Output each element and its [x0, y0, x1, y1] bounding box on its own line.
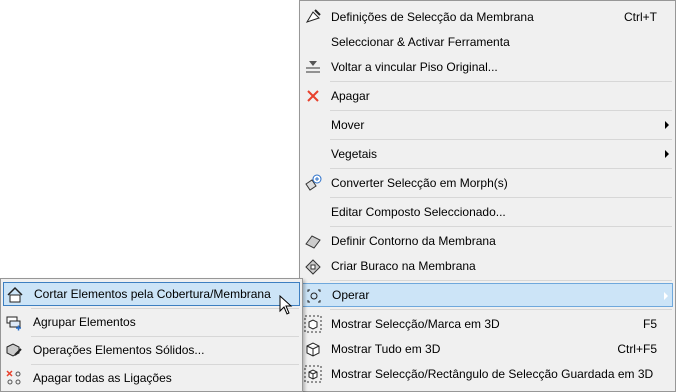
menu-separator — [330, 81, 672, 82]
submenu-item-delete-connections[interactable]: Apagar todas as Ligações — [1, 366, 302, 390]
menu-item-edit-composite[interactable]: Editar Composto Seleccionado... — [300, 200, 675, 224]
operate-submenu: Cortar Elementos pela Cobertura/Membrana… — [0, 278, 303, 392]
menu-item-membrane-contour[interactable]: Definir Contorno da Membrana — [300, 229, 675, 253]
menu-item-show-selection-3d[interactable]: Mostrar Selecção/Marca em 3D F5 — [300, 312, 675, 336]
menu-item-relink-floor[interactable]: Voltar a vincular Piso Original... — [300, 55, 675, 79]
relink-floor-icon — [304, 58, 322, 76]
delete-connections-icon — [5, 369, 23, 387]
menu-item-select-activate-tool[interactable]: Seleccionar & Activar Ferramenta — [300, 30, 675, 54]
submenu-item-trim-roof[interactable]: Cortar Elementos pela Cobertura/Membrana — [3, 282, 300, 306]
menu-item-delete[interactable]: Apagar — [300, 84, 675, 108]
menu-separator — [31, 336, 299, 337]
group-elements-icon — [5, 313, 23, 331]
menu-separator — [330, 197, 672, 198]
submenu-item-group-elements[interactable]: Agrupar Elementos — [1, 310, 302, 334]
membrane-settings-icon — [304, 8, 322, 26]
menu-separator — [330, 226, 672, 227]
convert-morph-icon — [304, 174, 322, 192]
menu-item-show-marquee-3d[interactable]: Mostrar Selecção/Rectângulo de Selecção … — [300, 362, 675, 386]
submenu-item-solid-operations[interactable]: Operações Elementos Sólidos... — [1, 338, 302, 362]
menu-separator — [330, 309, 672, 310]
menu-item-show-all-3d[interactable]: Mostrar Tudo em 3D Ctrl+F5 — [300, 337, 675, 361]
context-menu: Definições de Selecção da Membrana Ctrl+… — [299, 0, 676, 392]
show-all-3d-icon — [304, 340, 322, 358]
delete-x-icon — [304, 87, 322, 105]
menu-item-operate[interactable]: Operar — [302, 283, 673, 307]
menu-item-move[interactable]: Mover — [300, 113, 675, 137]
menu-separator — [330, 110, 672, 111]
submenu-arrow-icon — [665, 121, 669, 129]
mouse-pointer-icon — [279, 295, 293, 315]
menu-separator — [330, 139, 672, 140]
menu-item-membrane-hole[interactable]: Criar Buraco na Membrana — [300, 254, 675, 278]
submenu-arrow-icon — [665, 150, 669, 158]
membrane-contour-icon — [304, 232, 322, 250]
menu-item-membrane-settings[interactable]: Definições de Selecção da Membrana Ctrl+… — [300, 5, 675, 29]
menu-separator — [330, 168, 672, 169]
trim-roof-icon — [6, 286, 24, 304]
menu-separator — [31, 364, 299, 365]
show-marquee-3d-icon — [304, 365, 322, 383]
membrane-hole-icon — [304, 257, 322, 275]
menu-separator — [330, 280, 672, 281]
show-selection-3d-icon — [304, 315, 322, 333]
operate-icon — [305, 287, 323, 305]
submenu-arrow-icon — [664, 292, 668, 300]
solid-operations-icon — [5, 341, 23, 359]
menu-item-vegetation[interactable]: Vegetais — [300, 142, 675, 166]
menu-separator — [31, 308, 299, 309]
menu-item-convert-morph[interactable]: Converter Selecção em Morph(s) — [300, 171, 675, 195]
